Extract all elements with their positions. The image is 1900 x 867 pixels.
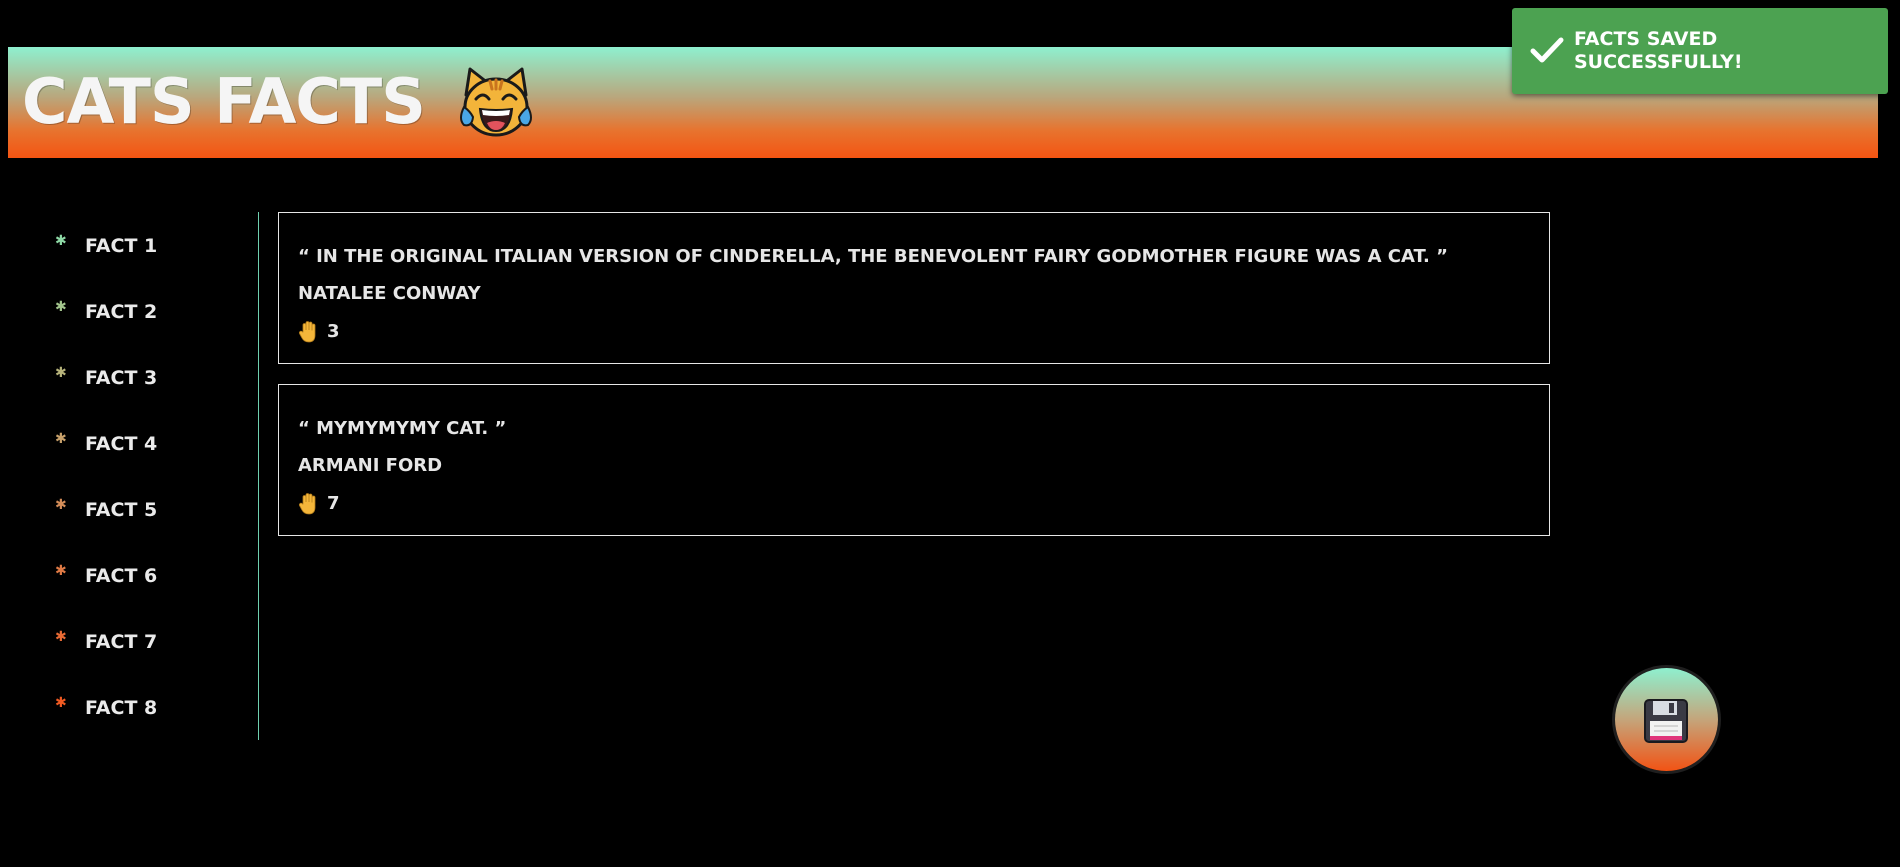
checkmark-icon <box>1530 37 1564 63</box>
asterisk-bullet-icon: ✱ <box>55 365 67 381</box>
sidebar-item-fact-8[interactable]: ✱ FACT 8 <box>55 694 245 724</box>
fact-card: “ MYMYMYMY CAT. ” ARMANI FORD 7 <box>278 384 1550 536</box>
sidebar-item-label: FACT 8 <box>85 697 158 719</box>
save-button[interactable] <box>1615 668 1718 771</box>
raised-hand-icon <box>298 321 316 343</box>
sidebar-item-label: FACT 6 <box>85 565 158 587</box>
sidebar-item-fact-7[interactable]: ✱ FACT 7 <box>55 628 245 658</box>
cat-with-tears-of-joy-icon <box>460 67 532 137</box>
sidebar-item-label: FACT 1 <box>85 235 158 257</box>
sidebar-item-label: FACT 7 <box>85 631 158 653</box>
sidebar-item-fact-4[interactable]: ✱ FACT 4 <box>55 430 245 460</box>
sidebar-item-fact-5[interactable]: ✱ FACT 5 <box>55 496 245 526</box>
raised-hand-icon <box>298 493 316 515</box>
asterisk-bullet-icon: ✱ <box>55 497 67 513</box>
sidebar-item-label: FACT 2 <box>85 301 158 323</box>
vote-count: 7 <box>327 493 340 514</box>
sidebar-item-label: FACT 3 <box>85 367 158 389</box>
sidebar-item-fact-3[interactable]: ✱ FACT 3 <box>55 364 245 394</box>
app-title: CATS FACTS <box>22 65 426 138</box>
asterisk-bullet-icon: ✱ <box>55 431 67 447</box>
vote-count: 3 <box>327 321 340 342</box>
sidebar-item-fact-1[interactable]: ✱ FACT 1 <box>55 232 245 262</box>
asterisk-bullet-icon: ✱ <box>55 563 67 579</box>
sidebar-nav: ✱ FACT 1 ✱ FACT 2 ✱ FACT 3 ✱ FACT 4 ✱ FA… <box>0 212 259 740</box>
fact-author: ARMANI FORD <box>298 455 443 476</box>
sidebar-item-fact-2[interactable]: ✱ FACT 2 <box>55 298 245 328</box>
fact-quote: “ IN THE ORIGINAL ITALIAN VERSION OF CIN… <box>298 246 1448 267</box>
asterisk-bullet-icon: ✱ <box>55 233 67 249</box>
sidebar-item-label: FACT 4 <box>85 433 158 455</box>
asterisk-bullet-icon: ✱ <box>55 629 67 645</box>
sidebar-item-label: FACT 5 <box>85 499 158 521</box>
toast-message: FACTS SAVED SUCCESSFULLY! <box>1574 28 1743 73</box>
floppy-disk-icon <box>1644 699 1688 743</box>
fact-quote: “ MYMYMYMY CAT. ” <box>298 418 507 439</box>
sidebar-item-fact-6[interactable]: ✱ FACT 6 <box>55 562 245 592</box>
fact-card: “ IN THE ORIGINAL ITALIAN VERSION OF CIN… <box>278 212 1550 364</box>
asterisk-bullet-icon: ✱ <box>55 299 67 315</box>
asterisk-bullet-icon: ✱ <box>55 695 67 711</box>
success-toast[interactable]: FACTS SAVED SUCCESSFULLY! <box>1512 8 1888 94</box>
fact-author: NATALEE CONWAY <box>298 283 481 304</box>
